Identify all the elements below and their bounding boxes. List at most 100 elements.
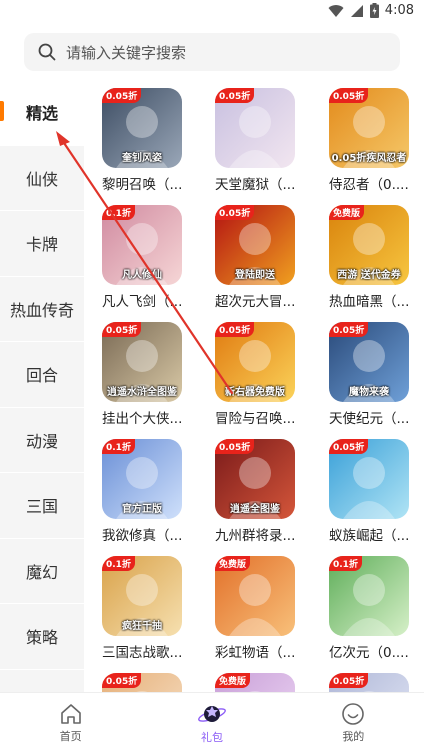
game-name: 天堂魔狱（...	[215, 177, 296, 193]
game-icon-image: 0.05折新右器免费版	[215, 322, 295, 402]
battery-icon	[369, 3, 379, 18]
game-card[interactable]: 0.05折蚁族崛起（...	[311, 431, 419, 544]
smile-icon	[342, 703, 365, 725]
game-name: 蚁族崛起（...	[329, 528, 410, 544]
game-icon-image: 0.05折登陆即送	[215, 205, 295, 285]
game-icon-image: 0.1折	[329, 556, 409, 636]
home-icon	[60, 704, 81, 724]
discount-badge: 0.05折	[102, 88, 142, 103]
game-name: 三国志战歌...	[102, 645, 183, 661]
discount-badge: 免费版	[215, 556, 251, 571]
game-name: 凡人飞剑（...	[102, 294, 183, 310]
game-card[interactable]: 0.05折 魔物来袭 天使纪元（...	[311, 314, 419, 427]
discount-badge: 0.05折	[329, 439, 369, 454]
game-card[interactable]: 0.05折 逍遥水浒全图鉴挂出个大侠...	[84, 314, 192, 427]
game-art-text: 奎钊风姿	[122, 153, 162, 164]
game-card[interactable]: 0.05折逍遥全图鉴九州群将录...	[197, 431, 305, 544]
game-icon-image: 0.1折疯狂千抽	[102, 556, 182, 636]
wifi-icon	[328, 4, 344, 17]
game-art-text: 凡人修仙	[122, 270, 162, 281]
sidebar-item-fantasy[interactable]: 魔幻	[0, 538, 84, 604]
game-icon-image: 0.05折 逍遥水浒全图鉴	[102, 322, 182, 402]
game-card[interactable]: 免费版 西游 送代金券热血暗黑（...	[311, 197, 419, 310]
game-card[interactable]: 0.1折疯狂千抽三国志战歌...	[84, 548, 192, 661]
game-art-text: 官方正版	[122, 504, 162, 515]
discount-badge: 0.05折	[215, 322, 255, 337]
game-name: 彩虹物语（...	[215, 645, 296, 661]
sidebar-item-anime[interactable]: 动漫	[0, 407, 84, 473]
game-icon-image: 0.05折	[329, 439, 409, 519]
discount-badge: 0.05折	[215, 88, 255, 103]
game-name: 热血暗黑（...	[329, 294, 410, 310]
game-card[interactable]: 免费版	[197, 665, 305, 692]
sidebar-item-label: 策略	[25, 628, 58, 648]
tab-label: 我的	[342, 730, 365, 743]
game-card[interactable]: 0.1折官方正版我欲修真（...	[84, 431, 192, 544]
game-art-text: 登陆即送	[235, 270, 275, 281]
tab-gift[interactable]: 礼包	[141, 693, 282, 753]
sidebar-item-label: 动漫	[25, 431, 58, 451]
sidebar-item-strategy[interactable]: 策略	[0, 604, 84, 670]
sidebar-item-label: 热血传奇	[9, 300, 74, 320]
game-icon-image: 0.1折凡人修仙	[102, 205, 182, 285]
discount-badge: 0.05折	[329, 322, 369, 337]
game-art-text: 0.05折疾风忍者	[331, 153, 407, 164]
sidebar-item-label: 回合	[25, 366, 58, 386]
search-placeholder: 请输入关键字搜索	[66, 43, 187, 62]
game-card[interactable]: 0.05折 登陆即送 超次元大冒...	[197, 197, 305, 310]
discount-badge: 0.1折	[102, 439, 135, 454]
sidebar-item-turn-based[interactable]: 回合	[0, 342, 84, 408]
game-icon-image: 0.05折	[329, 673, 409, 692]
sidebar-item-label: 三国	[25, 497, 58, 517]
game-card[interactable]: 0.05折 0.05折疾风忍者 侍忍者（0....	[311, 80, 419, 193]
tab-label: 首页	[59, 730, 82, 743]
game-art-text: 逍遥全图鉴	[230, 504, 280, 515]
game-card[interactable]: 0.05折	[84, 665, 192, 692]
tab-me[interactable]: 我的	[283, 693, 424, 753]
game-icon-image: 0.05折	[215, 88, 295, 168]
sidebar-item-xianxia[interactable]: 仙侠	[0, 145, 84, 211]
game-icon-image: 免费版	[215, 556, 295, 636]
game-card[interactable]: 0.1折亿次元（0....	[311, 548, 419, 661]
game-card[interactable]: 0.05折 新右器免费版 冒险与召唤...	[197, 314, 305, 427]
status-icons: 4:08	[328, 3, 414, 18]
sidebar-item-label: 魔幻	[25, 562, 58, 582]
tab-home[interactable]: 首页	[0, 693, 141, 753]
game-art-text: 疯狂千抽	[122, 621, 162, 632]
sidebar-item-label: 仙侠	[25, 169, 58, 189]
sidebar-item-legend[interactable]: 热血传奇	[0, 276, 84, 342]
game-name: 侍忍者（0....	[329, 177, 409, 193]
status-time: 4:08	[384, 3, 414, 18]
game-grid: 0.05折 奎钊风姿 黎明召唤（... 0.05折 天堂魔狱（... 0.05折 0.05折…	[84, 80, 424, 692]
sidebar-item-label: 卡牌	[25, 235, 58, 255]
sidebar-item-card[interactable]: 卡牌	[0, 211, 84, 277]
tab-label: 礼包	[200, 731, 223, 744]
game-card[interactable]: 0.1折凡人修仙凡人飞剑（...	[84, 197, 192, 310]
game-name: 挂出个大侠...	[102, 411, 183, 427]
search-icon	[38, 43, 56, 61]
game-icon-image: 0.05折 魔物来袭	[329, 322, 409, 402]
game-name: 九州群将录...	[215, 528, 296, 544]
game-icon-image: 免费版 西游 送代金券	[329, 205, 409, 285]
game-card[interactable]: 0.05折天堂魔狱（...	[197, 80, 305, 193]
game-icon-image: 0.05折	[102, 673, 182, 692]
game-name: 黎明召唤（...	[102, 177, 183, 193]
bottom-tab-bar: 首页 礼包 我的	[0, 692, 424, 753]
game-card[interactable]: 0.05折	[311, 665, 419, 692]
sidebar-item-three-kingdoms[interactable]: 三国	[0, 473, 84, 539]
sidebar-item-featured[interactable]: 精选	[0, 80, 84, 146]
discount-badge: 免费版	[215, 673, 251, 688]
search-input[interactable]: 请输入关键字搜索	[24, 33, 400, 71]
game-card[interactable]: 免费版彩虹物语（...	[197, 548, 305, 661]
discount-badge: 0.05折	[215, 205, 255, 220]
game-icon-image: 0.05折逍遥全图鉴	[215, 439, 295, 519]
discount-badge: 0.1折	[102, 556, 135, 571]
game-name: 我欲修真（...	[102, 528, 183, 544]
discount-badge: 0.1折	[102, 205, 135, 220]
discount-badge: 免费版	[329, 205, 365, 220]
game-icon-image: 免费版	[215, 673, 295, 692]
discount-badge: 0.05折	[215, 439, 255, 454]
game-card[interactable]: 0.05折奎钊风姿黎明召唤（...	[84, 80, 192, 193]
game-art-text: 新右器免费版	[225, 387, 285, 398]
game-name: 亿次元（0....	[329, 645, 409, 661]
